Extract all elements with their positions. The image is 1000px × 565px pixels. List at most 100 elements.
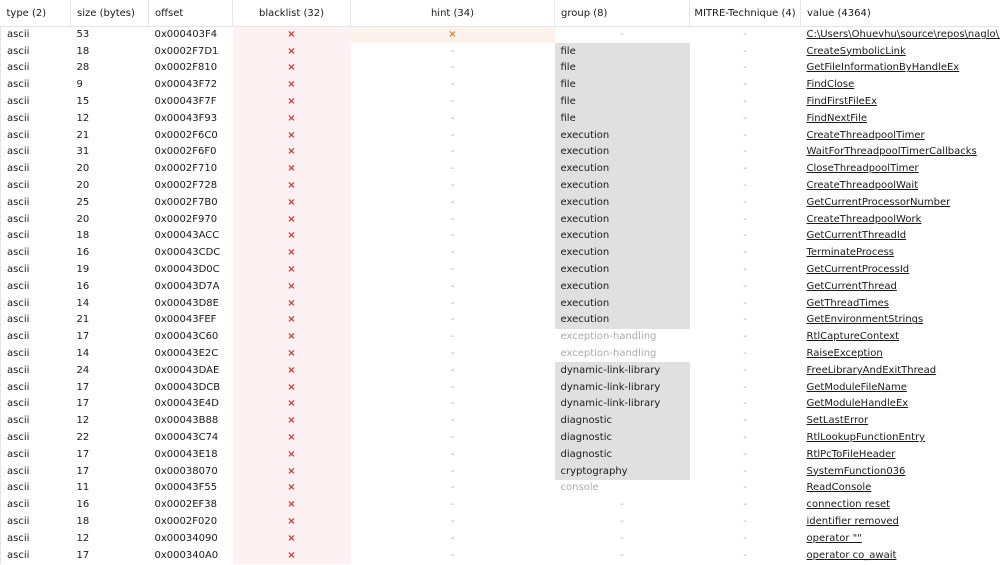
cell-offset: 0x00043F7F <box>154 96 217 108</box>
table-row[interactable]: ascii 12 0x00043F93 × - file - FindNextFile <box>0 110 1000 128</box>
table-row[interactable]: ascii 17 0x00043E4D × - dynamic-link-library -… <box>0 396 1000 413</box>
table-row[interactable]: ascii 53 0x000403F4 × × - - C:\Users\Ohuevhu\so… <box>0 26 1000 44</box>
cell-mitre: - <box>743 314 747 326</box>
value-link[interactable]: SetLastError <box>807 415 869 426</box>
table-row[interactable]: ascii 17 0x00043C60 × - exception-handling - Rt… <box>0 328 1000 346</box>
table-row[interactable]: ascii 17 0x00043E18 × - diagnostic - RtlPcToFil… <box>0 446 1000 464</box>
value-link[interactable]: WaitForThreadpoolTimerCallbacks <box>807 146 977 157</box>
cell-group: exception-handling <box>560 331 657 343</box>
table-row[interactable]: ascii 21 0x00043FEF × - execution - GetEnvironm… <box>0 312 1000 329</box>
value-link[interactable]: identifier removed <box>807 516 899 527</box>
cell-mitre: - <box>743 499 747 511</box>
value-link[interactable]: RtlCaptureContext <box>807 331 900 342</box>
cell-size: 12 <box>76 415 90 427</box>
value-link[interactable]: operator co_await <box>807 550 897 561</box>
table-row[interactable]: ascii 22 0x00043C74 × - diagnostic - RtlLookupF… <box>0 429 1000 447</box>
table-row[interactable]: ascii 25 0x0002F7B0 × - execution - GetCurrentP… <box>0 194 1000 212</box>
value-link[interactable]: FindFirstFileEx <box>807 96 878 107</box>
cell-mitre: - <box>743 448 747 460</box>
cell-value: TerminateProcess <box>801 245 1000 262</box>
value-link[interactable]: GetCurrentThread <box>807 281 897 292</box>
cell-value: ReadConsole <box>801 480 1000 497</box>
cell-mitre: - <box>743 163 747 175</box>
value-link[interactable]: GetThreadTimes <box>807 298 889 309</box>
value-link[interactable]: ReadConsole <box>807 482 872 493</box>
value-link[interactable]: RaiseException <box>807 348 883 359</box>
value-link[interactable]: RtlLookupFunctionEntry <box>807 432 926 443</box>
cell-mitre: - <box>743 398 747 410</box>
column-header-size[interactable]: size (bytes) <box>70 0 149 27</box>
value-link[interactable]: CloseThreadpoolTimer <box>807 163 919 174</box>
cell-offset: 0x00043DAE <box>154 364 220 376</box>
table-row[interactable]: ascii 12 0x00043B88 × - diagnostic - SetLastErr… <box>0 412 1000 430</box>
table-row[interactable]: ascii 31 0x0002F6F0 × - execution - WaitForThre… <box>0 144 1000 161</box>
table-row[interactable]: ascii 12 0x00034090 × - - - operator "" <box>0 530 1000 548</box>
table-row[interactable]: ascii 14 0x00043D8E × - execution - GetThreadTi… <box>0 295 1000 313</box>
table-row[interactable]: ascii 17 0x00043DCB × - dynamic-link-library -… <box>0 379 1000 397</box>
table-row[interactable]: ascii 21 0x0002F6C0 × - execution - CreateThrea… <box>0 127 1000 145</box>
cell-offset: 0x00043D8E <box>154 297 219 309</box>
value-link[interactable]: TerminateProcess <box>807 247 895 258</box>
table-row[interactable]: ascii 18 0x0002F7D1 × - file - CreateSymbolicLi… <box>0 43 1000 61</box>
value-link[interactable]: C:\Users\Ohuevhu\source\repos\naglo\Rele… <box>807 29 1000 40</box>
cell-size: 9 <box>76 79 83 91</box>
cell-size: 17 <box>76 448 90 460</box>
column-header-blacklist[interactable]: blacklist (32) <box>232 0 351 27</box>
table-row[interactable]: ascii 16 0x00043CDC × - execution - TerminatePr… <box>0 244 1000 262</box>
table-row[interactable]: ascii 16 0x0002EF38 × - - - connection reset <box>0 496 1000 514</box>
cell-type: ascii <box>0 463 71 481</box>
value-link[interactable]: GetModuleFileName <box>807 382 907 393</box>
column-header-mitre[interactable]: MITRE-Technique (4) <box>689 0 801 27</box>
column-header-type[interactable]: type (2) <box>0 0 71 27</box>
table-row[interactable]: ascii 18 0x0002F020 × - - - identifier removed <box>0 513 1000 531</box>
table-row[interactable]: ascii 17 0x00038070 × - cryptography - SystemFu… <box>0 463 1000 481</box>
value-link[interactable]: GetCurrentProcessorNumber <box>807 197 951 208</box>
column-header-hint[interactable]: hint (34) <box>350 0 555 27</box>
table-row[interactable]: ascii 17 0x000340A0 × - - - operator co_await <box>0 547 1000 564</box>
value-link[interactable]: FindClose <box>807 79 855 90</box>
cell-size: 20 <box>76 213 90 225</box>
cell-hint: - <box>450 415 455 427</box>
table-row[interactable]: ascii 16 0x00043D7A × - execution - GetCurrentT… <box>0 278 1000 296</box>
value-link[interactable]: connection reset <box>807 499 891 510</box>
column-header-group[interactable]: group (8) <box>554 0 690 27</box>
cell-size: 31 <box>76 146 90 158</box>
cell-hint: - <box>450 62 455 74</box>
value-link[interactable]: GetFileInformationByHandleEx <box>807 62 960 73</box>
table-row[interactable]: ascii 24 0x00043DAE × - dynamic-link-library -… <box>0 362 1000 380</box>
column-header-offset[interactable]: offset <box>148 0 233 27</box>
value-link[interactable]: SystemFunction036 <box>807 466 906 477</box>
cell-value: connection reset <box>801 497 1000 514</box>
cell-blacklist: × <box>232 244 351 262</box>
cell-value: FreeLibraryAndExitThread <box>801 362 1000 379</box>
column-header-value[interactable]: value (4364) <box>800 0 1000 27</box>
value-link[interactable]: GetCurrentProcessId <box>807 264 910 275</box>
table-row[interactable]: ascii 11 0x00043F55 × - console - ReadConsole <box>0 480 1000 497</box>
value-link[interactable]: GetModuleHandleEx <box>807 398 909 409</box>
table-row[interactable]: ascii 9 0x00043F72 × - file - FindClose <box>0 76 1000 94</box>
table-row[interactable]: ascii 14 0x00043E2C × - exception-handling - Ra… <box>0 345 1000 363</box>
table-row[interactable]: ascii 19 0x00043D0C × - execution - GetCurrentP… <box>0 261 1000 279</box>
value-link[interactable]: CreateThreadpoolTimer <box>807 130 925 141</box>
value-link[interactable]: operator "" <box>807 533 862 544</box>
value-link[interactable]: CreateThreadpoolWait <box>807 180 919 191</box>
value-link[interactable]: GetEnvironmentStrings <box>807 314 924 325</box>
value-link[interactable]: RtlPcToFileHeader <box>807 449 896 460</box>
value-link[interactable]: CreateSymbolicLink <box>807 46 906 57</box>
cell-hint: - <box>450 112 455 124</box>
cell-group: dynamic-link-library <box>554 396 690 413</box>
table-row[interactable]: ascii 20 0x0002F710 × - execution - CloseThread… <box>0 160 1000 178</box>
value-link[interactable]: FindNextFile <box>807 113 868 124</box>
value-link[interactable]: CreateThreadpoolWork <box>807 214 922 225</box>
table-row[interactable]: ascii 20 0x0002F970 × - execution - CreateThrea… <box>0 211 1000 229</box>
table-row[interactable]: ascii 15 0x00043F7F × - file - FindFirstFileEx <box>0 93 1000 111</box>
cell-group: execution <box>554 127 690 145</box>
table-row[interactable]: ascii 20 0x0002F728 × - execution - CreateThrea… <box>0 177 1000 195</box>
cell-size: 17 <box>76 465 90 477</box>
value-link[interactable]: FreeLibraryAndExitThread <box>807 365 937 376</box>
cell-hint: - <box>450 432 455 444</box>
cell-group: file <box>554 110 690 128</box>
table-row[interactable]: ascii 18 0x00043ACC × - execution - GetCurrentT… <box>0 228 1000 245</box>
table-row[interactable]: ascii 28 0x0002F810 × - file - GetFileInformati… <box>0 60 1000 77</box>
value-link[interactable]: GetCurrentThreadId <box>807 230 907 241</box>
